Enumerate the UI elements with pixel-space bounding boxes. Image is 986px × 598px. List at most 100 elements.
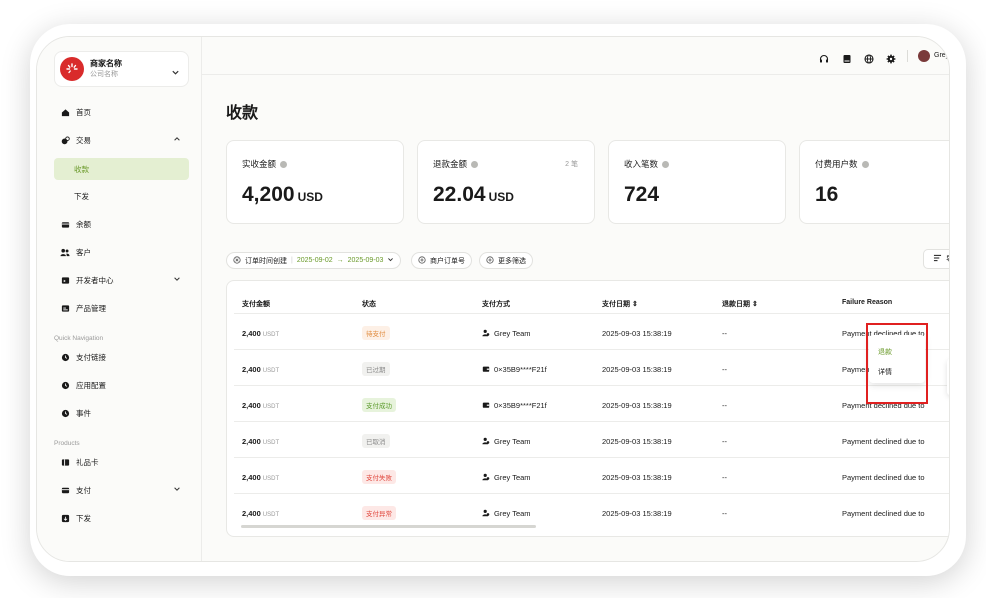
user-icon — [482, 329, 490, 337]
status-badge: 支付失败 — [362, 470, 396, 484]
sidebar-item-transactions[interactable]: 交易 — [54, 129, 189, 151]
payment-date-cell: 2025-09-03 15:38:19 — [602, 509, 672, 518]
column-header[interactable]: 支付日期 ⇕ — [602, 299, 638, 309]
app-window: 商家名称 公司名称 首页 交易 收款 下发 余额 客户 开发者中心 产品管理 Q… — [36, 36, 950, 562]
failure-reason-cell: Payment declined due to — [842, 473, 925, 482]
chevron-down-icon — [387, 256, 394, 265]
table-row[interactable]: 2,400 USDT 支付异常 Grey Team 2025-09-03 15:38:1… — [234, 493, 949, 529]
stat-label: 实收金额 — [242, 159, 277, 169]
stat-value: 22.04 — [433, 183, 486, 206]
filter-label: 更多筛选 — [498, 257, 526, 265]
headset-icon[interactable] — [819, 51, 829, 63]
amount-cell: 2,400 USDT — [242, 365, 280, 374]
stat-label: 付费用户数 — [815, 159, 858, 169]
sidebar-item-home[interactable]: 首页 — [54, 101, 189, 123]
sidebar-item-label: 应用配置 — [76, 380, 106, 390]
sidebar-item-products[interactable]: 产品管理 — [54, 297, 189, 319]
refund-count: 2 笔 — [565, 161, 578, 168]
horizontal-scrollbar[interactable] — [241, 525, 536, 528]
card-icon — [60, 485, 70, 495]
sidebar-item-label: 支付链接 — [76, 352, 106, 362]
sidebar-item-collections[interactable]: 收款 — [54, 158, 189, 180]
chevron-down-icon — [173, 275, 181, 285]
gift-card-icon — [60, 457, 70, 467]
code-window-icon — [60, 275, 70, 285]
refund-date-cell: -- — [722, 329, 727, 338]
avatar[interactable] — [918, 50, 930, 62]
globe-icon[interactable] — [864, 51, 874, 64]
export-label: 导 — [946, 254, 949, 264]
column-header: 支付金额 — [242, 301, 270, 308]
payment-method-cell: Grey Team — [482, 437, 531, 446]
sidebar-item-label: 客户 — [76, 247, 91, 257]
amount-cell: 2,400 USDT — [242, 473, 280, 482]
stat-card-received: 实收金额 4,200 USD — [226, 140, 404, 224]
table-row[interactable]: 2,400 USDT 已过期 0×35B9****F21f 2025-09-03 15:… — [234, 349, 949, 385]
merchant-logo-icon — [60, 57, 84, 81]
chevron-down-icon — [173, 485, 181, 495]
sidebar-item-app-config[interactable]: 应用配置 — [54, 374, 189, 396]
product-icon — [60, 303, 70, 313]
more-filters[interactable]: 更多筛选 — [479, 252, 533, 269]
merchant-order-filter[interactable]: 商户订单号 — [411, 252, 472, 269]
date-filter-label: 订单时间创建 — [245, 257, 287, 265]
sidebar-item-events[interactable]: 事件 — [54, 402, 189, 424]
table-row[interactable]: 2,400 USDT 已取消 Grey Team 2025-09-03 15:38:19… — [234, 421, 949, 457]
merchant-name: 商家名称 — [90, 59, 122, 68]
sidebar-item-customers[interactable]: 客户 — [54, 241, 189, 263]
sidebar-item-payment-links[interactable]: 支付链接 — [54, 346, 189, 368]
failure-reason-cell: Payment declined due to — [842, 509, 925, 518]
sidebar-item-payouts[interactable]: 下发 — [54, 185, 189, 207]
payment-date-cell: 2025-09-03 15:38:19 — [602, 365, 672, 374]
sidebar-item-label: 产品管理 — [76, 303, 106, 313]
info-icon[interactable] — [280, 160, 288, 168]
page-title: 收款 — [226, 105, 259, 122]
close-circle-icon[interactable] — [233, 255, 241, 266]
sidebar-item-label: 礼品卡 — [76, 457, 99, 467]
sidebar-item-label: 事件 — [76, 408, 91, 418]
table-row[interactable]: 2,400 USDT 待支付 Grey Team 2025-09-03 15:38:19… — [234, 313, 949, 349]
sidebar-item-label: 开发者中心 — [76, 275, 114, 285]
info-icon[interactable] — [861, 160, 869, 168]
column-header: Failure Reason — [842, 299, 893, 306]
sidebar-item-gift-card[interactable]: 礼品卡 — [54, 451, 189, 473]
info-icon[interactable] — [662, 160, 670, 168]
transaction-icon — [60, 135, 70, 145]
refund-date-cell: -- — [722, 437, 727, 446]
merchant-switcher[interactable]: 商家名称 公司名称 — [54, 51, 189, 87]
stat-card-paying-users: 付费用户数 16 — [799, 140, 949, 224]
refund-date-cell: -- — [722, 509, 727, 518]
date-filter[interactable]: 订单时间创建 | 2025-09-02 → 2025-09-03 — [226, 252, 402, 269]
payment-date-cell: 2025-09-03 15:38:19 — [602, 437, 672, 446]
products-title: Products — [54, 440, 80, 447]
gear-icon[interactable] — [886, 51, 896, 64]
popover-edge — [947, 359, 949, 395]
quick-nav-title: Quick Navigation — [54, 335, 104, 342]
plus-circle-icon — [418, 255, 426, 266]
table-row[interactable]: 2,400 USDT 支付失败 Grey Team 2025-09-03 15:38:1… — [234, 457, 949, 493]
sidebar-item-payment[interactable]: 支付 — [54, 479, 189, 501]
book-icon[interactable] — [842, 51, 852, 63]
status-badge: 已过期 — [362, 362, 390, 376]
export-button[interactable]: 导 — [923, 249, 949, 269]
clock-icon — [60, 408, 70, 418]
user-icon — [482, 473, 490, 481]
info-icon[interactable] — [471, 160, 479, 168]
user-name[interactable]: Grey — [934, 52, 949, 59]
status-badge: 支付成功 — [362, 398, 396, 412]
stat-label: 收入笔数 — [624, 159, 659, 169]
payment-method-cell: Grey Team — [482, 329, 531, 338]
chevron-up-icon — [173, 135, 181, 145]
payout-icon — [60, 513, 70, 523]
date-end: 2025-09-03 — [347, 257, 384, 264]
top-bar: Grey — [202, 37, 949, 75]
date-start: 2025-09-02 — [296, 257, 333, 264]
date-arrow: → — [336, 257, 344, 264]
divider — [907, 50, 908, 62]
table-row[interactable]: 2,400 USDT 支付成功 0×35B9****F21f 2025-09-03 15… — [234, 385, 949, 421]
sidebar-item-balance[interactable]: 余额 — [54, 213, 189, 235]
sidebar-item-product-payouts[interactable]: 下发 — [54, 507, 189, 529]
sidebar-item-label: 首页 — [76, 107, 91, 117]
sidebar-item-developer[interactable]: 开发者中心 — [54, 269, 189, 291]
column-header[interactable]: 退款日期 ⇕ — [722, 299, 758, 309]
